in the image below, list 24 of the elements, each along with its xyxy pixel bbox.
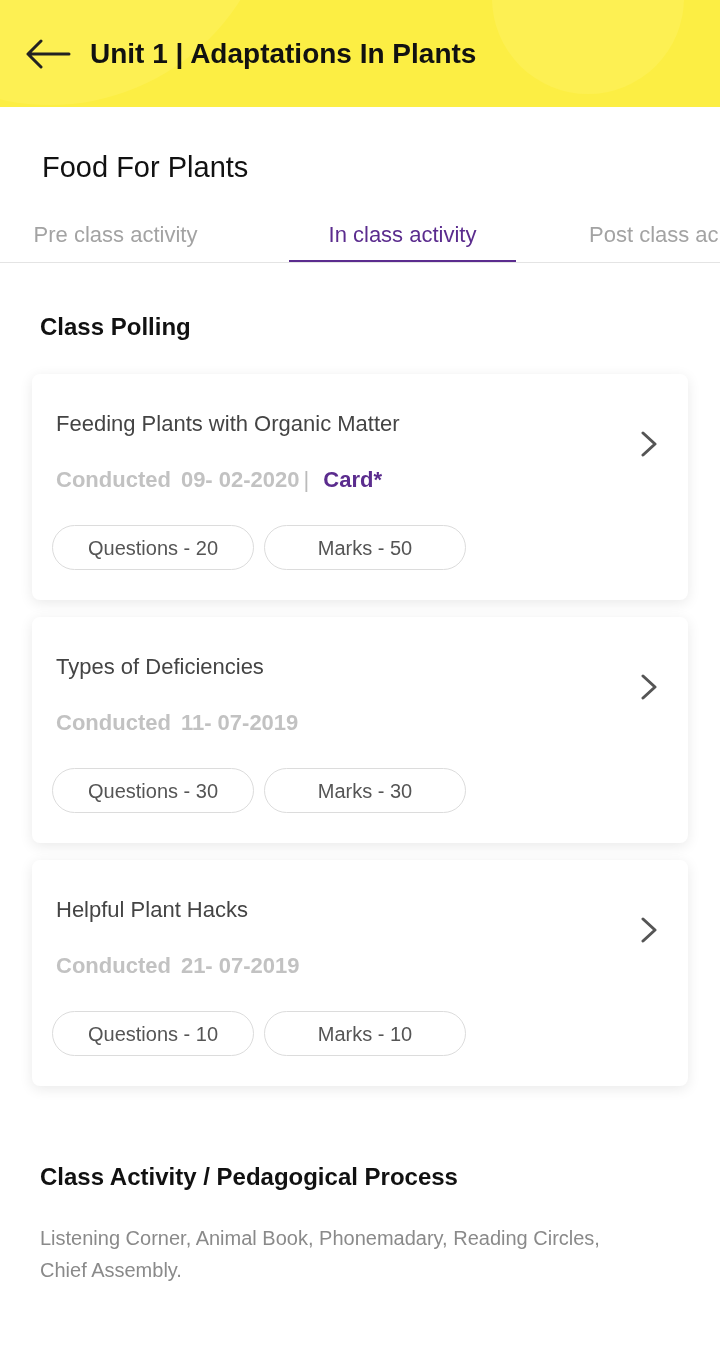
header-title: Unit 1 | Adaptations In Plants xyxy=(90,36,477,71)
chevron-right-icon xyxy=(640,674,658,700)
conducted-date: 09- 02-2020 xyxy=(180,465,300,494)
conducted-label: Conducted xyxy=(56,708,171,737)
poll-title: Types of Deficiencies xyxy=(56,653,265,681)
poll-card[interactable]: Types of Deficiencies Conducted 11- 07-2019 Questions - 30 Marks - 30 xyxy=(32,617,688,843)
poll-card[interactable]: Feeding Plants with Organic Matter Conducted 09- 02-2020 | Card* Questions - 20 Marks - 50 xyxy=(32,374,688,600)
conducted-label: Conducted xyxy=(56,465,171,494)
poll-title: Helpful Plant Hacks xyxy=(56,896,249,924)
poll-title: Feeding Plants with Organic Matter xyxy=(56,410,401,438)
poll-card[interactable]: Helpful Plant Hacks Conducted 21- 07-2019 Questions - 10 Marks - 10 xyxy=(32,860,688,1086)
back-arrow-icon xyxy=(25,38,71,69)
chevron-right-icon xyxy=(640,431,658,457)
activity-description: Listening Corner, Animal Book, Phonemadary, Reading Circles, Chief Assembly. xyxy=(40,1226,601,1283)
page-title: Food For Plants xyxy=(42,150,250,184)
section-heading: Class Polling xyxy=(40,312,192,342)
conducted-label: Conducted xyxy=(56,951,171,980)
tab[interactable]: In class activity xyxy=(289,208,516,262)
conducted-date: 11- 07-2019 xyxy=(180,708,299,737)
chevron-right-icon xyxy=(640,917,658,943)
separator: | xyxy=(303,465,310,494)
section-heading: Class Activity / Pedagogical Process xyxy=(40,1162,459,1192)
card-tag: Card* xyxy=(323,462,382,496)
conducted-date: 21- 07-2019 xyxy=(180,951,300,980)
